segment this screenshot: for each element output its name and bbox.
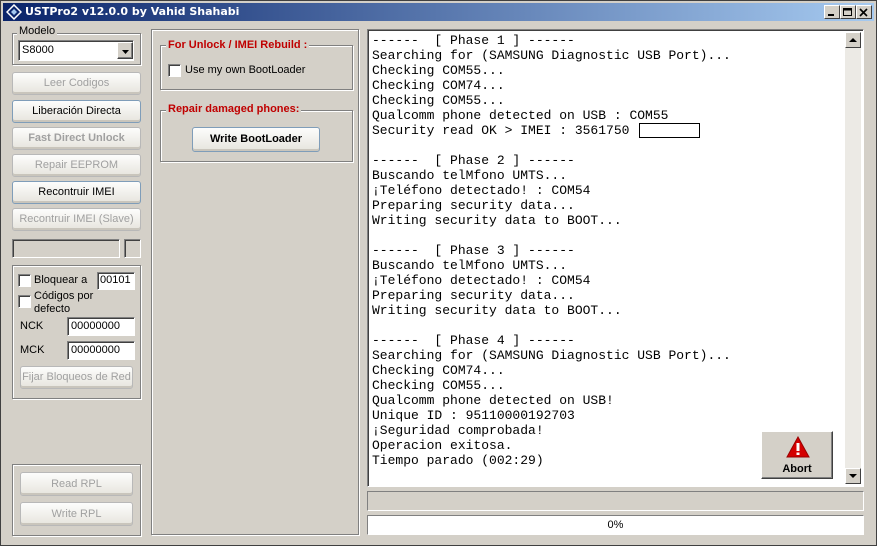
nck-input[interactable]: 00000000 (67, 317, 135, 336)
direct-unlock-button[interactable]: Liberación Directa (12, 100, 141, 123)
log-line: Writing security data to BOOT... (372, 303, 622, 318)
log-line: Searching for (SAMSUNG Diagnostic USB Po… (372, 348, 731, 363)
abort-button[interactable]: Abort (761, 431, 833, 479)
minimize-button[interactable] (824, 5, 840, 19)
app-logo-icon (6, 4, 22, 20)
read-rpl-label: Read RPL (51, 478, 102, 490)
chevron-down-icon (122, 50, 129, 54)
lock-to-checkbox[interactable] (18, 274, 31, 287)
set-network-locks-button[interactable]: Fijar Bloqueos de Red (20, 366, 133, 389)
nck-value: 00000000 (71, 320, 120, 332)
mck-value: 00000000 (71, 344, 120, 356)
rebuild-imei-slave-label: Recontruir IMEI (Slave) (19, 213, 134, 225)
log-line: Qualcomm phone detected on USB : COM55 (372, 108, 669, 123)
repair-group-caption: Repair damaged phones: (166, 103, 302, 115)
maximize-icon (843, 8, 852, 16)
default-codes-checkbox[interactable] (18, 295, 31, 308)
fast-direct-unlock-label: Fast Direct Unlock (28, 132, 125, 144)
log-line: ¡Seguridad comprobada! (372, 423, 544, 438)
use-own-bootloader-label: Use my own BootLoader (185, 64, 306, 76)
maximize-button[interactable] (840, 5, 856, 19)
arrow-down-icon (849, 474, 857, 478)
close-button[interactable] (856, 5, 872, 19)
write-rpl-button[interactable]: Write RPL (20, 502, 133, 526)
mck-input[interactable]: 00000000 (67, 341, 135, 360)
log-line: Checking COM55... (372, 378, 505, 393)
model-caption: Modelo (17, 25, 58, 37)
repair-eeprom-button[interactable]: Repair EEPROM (12, 154, 141, 177)
read-codes-button[interactable]: Leer Codigos (12, 72, 141, 95)
log-line: Checking COM55... (372, 63, 505, 78)
warning-icon (786, 436, 810, 458)
imei-highlight-box (639, 123, 700, 138)
write-bootloader-button[interactable]: Write BootLoader (192, 127, 320, 152)
log-text: ------ [ Phase 1 ] ------ Searching for (… (372, 33, 731, 468)
rebuild-imei-label: Recontruir IMEI (38, 186, 115, 198)
fast-direct-unlock-button[interactable]: Fast Direct Unlock (12, 127, 141, 150)
lock-to-value: 00101 (100, 274, 131, 286)
log-line: Checking COM74... (372, 78, 505, 93)
log-line: Checking COM74... (372, 363, 505, 378)
log-line: ¡Teléfono detectado! : COM54 (372, 183, 591, 198)
read-rpl-button[interactable]: Read RPL (20, 472, 133, 496)
unlock-group-caption: For Unlock / IMEI Rebuild : (166, 39, 310, 51)
default-codes-label-1: Códigos por (34, 290, 94, 302)
log-line: Operacion exitosa. (372, 438, 513, 453)
scroll-down-button[interactable] (845, 468, 861, 484)
write-rpl-label: Write RPL (51, 508, 102, 520)
log-line: Unique ID : 95110000192703 (372, 408, 575, 423)
log-line: ------ [ Phase 4 ] ------ (372, 333, 575, 348)
log-scrollbar[interactable] (845, 32, 861, 484)
log-line: ¡Teléfono detectado! : COM54 (372, 273, 591, 288)
model-dropdown-button[interactable] (117, 42, 133, 59)
log-line: ------ [ Phase 3 ] ------ (372, 243, 575, 258)
log-line: ------ [ Phase 2 ] ------ (372, 153, 575, 168)
mck-label: MCK (20, 344, 45, 356)
log-line: Buscando telMfono UMTS... (372, 258, 568, 273)
log-line: Writing security data to BOOT... (372, 213, 622, 228)
minimize-icon (828, 14, 834, 16)
log-line: Searching for (SAMSUNG Diagnostic USB Po… (372, 48, 731, 63)
log-line: ------ [ Phase 1 ] ------ (372, 33, 575, 48)
write-bootloader-label: Write BootLoader (209, 133, 303, 145)
arrow-up-icon (849, 38, 857, 42)
set-network-locks-label: Fijar Bloqueos de Red (22, 371, 131, 383)
title-bar[interactable]: USTPro2 v12.0.0 by Vahid Shahabi (3, 3, 874, 21)
log-line: Buscando telMfono UMTS... (372, 168, 568, 183)
progress-label: 0% (607, 519, 624, 531)
info-field-small[interactable] (124, 239, 141, 258)
nck-label: NCK (20, 320, 44, 332)
rebuild-imei-slave-button[interactable]: Recontruir IMEI (Slave) (12, 208, 141, 231)
window-title: USTPro2 v12.0.0 by Vahid Shahabi (25, 5, 240, 18)
status-bar (367, 491, 864, 511)
rebuild-imei-button[interactable]: Recontruir IMEI (12, 181, 141, 204)
lock-to-label: Bloquear a (34, 274, 88, 286)
log-line: Checking COM55... (372, 93, 505, 108)
log-line: Preparing security data... (372, 288, 575, 303)
abort-label: Abort (782, 463, 812, 475)
log-line: Qualcomm phone detected on USB! (372, 393, 614, 408)
lock-to-input[interactable]: 00101 (97, 272, 135, 290)
progress-bar: 0% (367, 515, 864, 535)
read-codes-label: Leer Codigos (43, 77, 110, 89)
default-codes-label-2: defecto (34, 303, 71, 315)
close-icon (859, 8, 868, 17)
scroll-up-button[interactable] (845, 32, 861, 48)
log-line: Preparing security data... (372, 198, 575, 213)
direct-unlock-label: Liberación Directa (32, 105, 121, 117)
repair-eeprom-label: Repair EEPROM (34, 159, 119, 171)
use-own-bootloader-checkbox[interactable] (168, 64, 181, 77)
main-window: USTPro2 v12.0.0 by Vahid Shahabi Modelo … (0, 0, 877, 546)
model-select-value: S8000 (22, 44, 54, 56)
log-line: Tiempo parado (002:29) (372, 453, 544, 468)
log-output[interactable]: ------ [ Phase 1 ] ------ Searching for (… (367, 29, 864, 487)
info-field[interactable] (12, 239, 120, 258)
